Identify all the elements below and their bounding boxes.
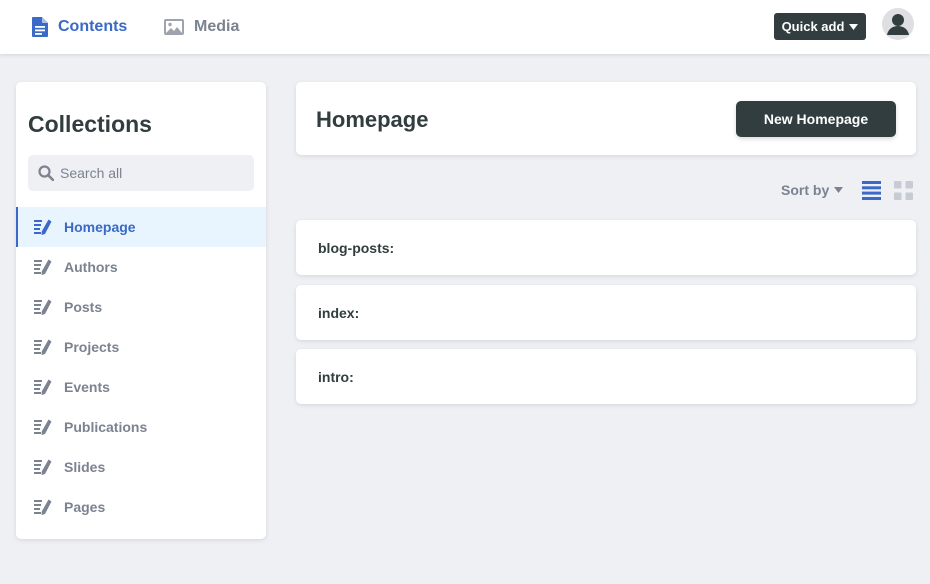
search-input[interactable] <box>60 165 240 181</box>
entry-title: intro: <box>318 368 354 385</box>
sidebar-item-posts[interactable]: Posts <box>16 287 266 327</box>
write-icon <box>34 379 52 395</box>
entry-card[interactable]: index: <box>296 285 916 340</box>
image-icon <box>164 19 184 35</box>
entry-card[interactable]: intro: <box>296 349 916 404</box>
write-icon <box>34 499 52 515</box>
write-icon <box>34 339 52 355</box>
write-icon <box>34 299 52 315</box>
entry-title: blog-posts: <box>318 239 395 256</box>
nav-media-label: Media <box>194 18 240 35</box>
sidebar-title: Collections <box>28 111 152 137</box>
collection-list: Homepage Authors Posts Projects Events Public… <box>16 207 266 527</box>
caret-down-icon <box>849 23 859 30</box>
sidebar-item-publications[interactable]: Publications <box>16 407 266 447</box>
new-entry-button[interactable]: New Homepage <box>736 101 896 137</box>
search-box[interactable] <box>28 155 254 191</box>
sidebar-item-label: Pages <box>64 499 106 515</box>
list-view-button[interactable] <box>862 181 881 205</box>
sidebar-item-authors[interactable]: Authors <box>16 247 266 287</box>
sidebar-item-events[interactable]: Events <box>16 367 266 407</box>
nav-contents-label: Contents <box>58 18 128 35</box>
entry-card[interactable]: blog-posts: <box>296 220 916 275</box>
search-icon <box>38 165 54 181</box>
caret-down-icon <box>834 187 844 193</box>
user-avatar[interactable] <box>882 8 914 40</box>
write-icon <box>34 459 52 475</box>
collections-sidebar: Collections Homepage Authors Posts Projects… <box>16 82 266 539</box>
sidebar-item-pages[interactable]: Pages <box>16 487 266 527</box>
collection-title: Homepage <box>316 107 429 132</box>
top-bar: Contents Media Quick add <box>0 0 930 54</box>
sort-by-dropdown[interactable]: Sort by <box>781 180 844 200</box>
nav-media[interactable]: Media <box>164 0 239 54</box>
sidebar-item-projects[interactable]: Projects <box>16 327 266 367</box>
sidebar-item-label: Publications <box>64 419 148 435</box>
nav-contents[interactable]: Contents <box>32 0 127 54</box>
sort-by-label: Sort by <box>781 182 830 198</box>
write-icon <box>34 259 52 275</box>
grid-view-button[interactable] <box>894 181 913 205</box>
sidebar-item-label: Events <box>64 379 110 395</box>
sidebar-item-label: Authors <box>64 259 118 275</box>
write-icon <box>34 419 52 435</box>
quick-add-button[interactable]: Quick add <box>774 13 866 40</box>
collection-header: Homepage New Homepage <box>296 82 916 155</box>
entry-title: index: <box>318 304 360 321</box>
document-icon <box>32 17 48 37</box>
list-view-icon <box>862 181 881 200</box>
quick-add-label: Quick add <box>781 19 845 34</box>
user-icon <box>887 14 909 35</box>
sidebar-item-label: Projects <box>64 339 120 355</box>
sidebar-item-homepage[interactable]: Homepage <box>16 207 266 247</box>
write-icon <box>34 219 52 235</box>
grid-view-icon <box>894 181 913 200</box>
sidebar-item-label: Homepage <box>64 219 136 235</box>
sidebar-item-slides[interactable]: Slides <box>16 447 266 487</box>
sidebar-item-label: Slides <box>64 459 106 475</box>
sidebar-item-label: Posts <box>64 299 103 315</box>
